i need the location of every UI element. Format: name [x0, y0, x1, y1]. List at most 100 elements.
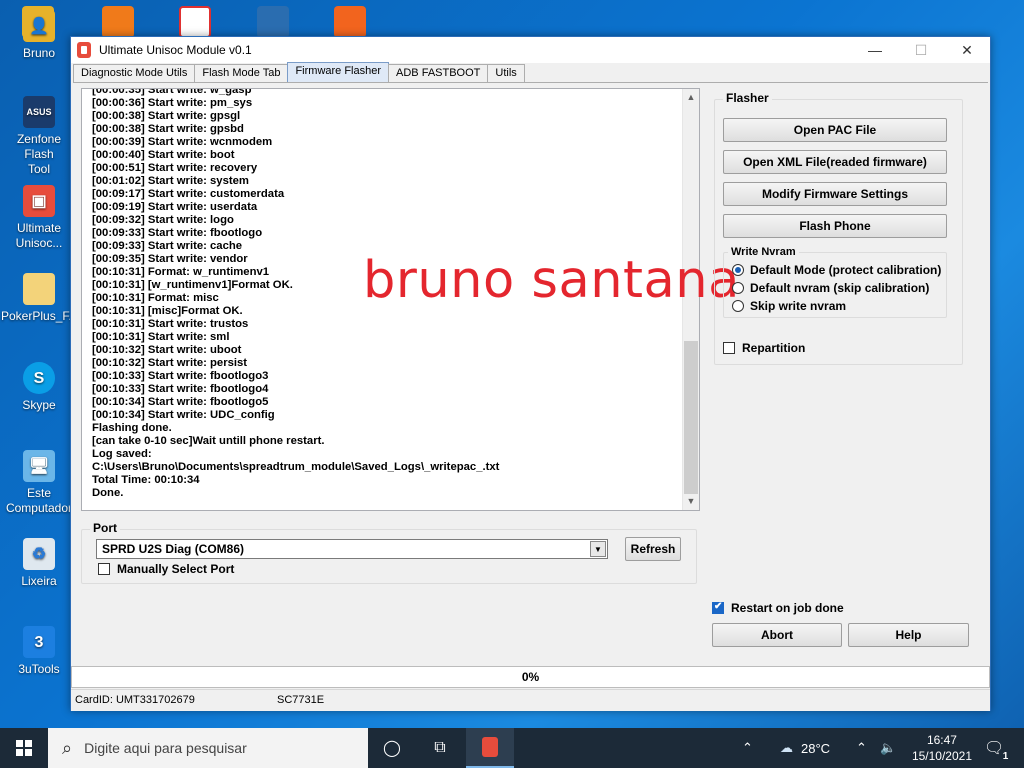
taskbar: ⌕ Digite aqui para pesquisar ◯ ⧉ ⌃ ☁ 28°…	[0, 728, 1024, 768]
cloud-icon: ☁	[780, 740, 793, 755]
help-button[interactable]: Help	[848, 623, 969, 647]
firmware-flasher-panel: [00:00:35] Start write: w_gasp [00:00:36…	[73, 82, 988, 662]
scroll-up-icon[interactable]: ▲	[683, 89, 699, 106]
radio-selected[interactable]	[732, 264, 744, 276]
desktop-icon-zenfone-flash-tool[interactable]: ASUS Zenfone Flash Tool	[1, 96, 77, 177]
refresh-button[interactable]: Refresh	[625, 537, 681, 561]
weather-widget[interactable]: ☁ 28°C	[780, 728, 830, 768]
desktop-app-icon[interactable]	[179, 6, 211, 38]
write-nvram-label: Write Nvram	[728, 246, 799, 258]
unisoc-app-icon	[482, 737, 498, 757]
notification-count: 1	[1002, 751, 1009, 762]
port-group: Port SPRD U2S Diag (COM86) ▼ Refresh Man…	[81, 521, 697, 584]
search-placeholder: Digite aqui para pesquisar	[84, 740, 247, 756]
desktop-icon-bruno[interactable]: 👤 Bruno	[1, 10, 77, 61]
tab-flash-mode[interactable]: Flash Mode Tab	[194, 64, 289, 82]
status-bar: CardID: UMT331702679 SC7731E	[71, 689, 990, 711]
tab-strip: Diagnostic Mode Utils Flash Mode Tab Fir…	[73, 62, 525, 82]
computer-icon: 🖥	[23, 450, 55, 482]
open-pac-file-button[interactable]: Open PAC File	[723, 118, 947, 142]
checkbox-box-checked[interactable]	[712, 601, 724, 614]
recycle-bin-icon: ♻	[23, 538, 55, 570]
cortana-icon[interactable]: ◯	[368, 728, 416, 768]
file-icon	[23, 273, 55, 305]
desktop-app-icon[interactable]	[102, 6, 134, 38]
desktop-icon-label: Zenfone Flash Tool	[16, 132, 62, 176]
unisoc-app-icon: ▣	[23, 185, 55, 217]
desktop-icon-label: Skype	[22, 398, 56, 412]
title-bar[interactable]: Ultimate Unisoc Module v0.1 — ☐ ✕	[71, 37, 990, 63]
tab-diagnostic-mode-utils[interactable]: Diagnostic Mode Utils	[73, 64, 196, 82]
maximize-button[interactable]: ☐	[898, 37, 944, 63]
port-select[interactable]: SPRD U2S Diag (COM86) ▼	[96, 539, 608, 559]
desktop-icon-este-computador[interactable]: 🖥 Este Computador	[1, 450, 77, 516]
desktop-app-icon[interactable]	[257, 6, 289, 38]
modify-firmware-settings-button[interactable]: Modify Firmware Settings	[723, 182, 947, 206]
repartition-checkbox[interactable]: Repartition	[723, 341, 805, 355]
windows-logo-icon	[16, 740, 32, 756]
task-view-icon[interactable]: ⧉	[416, 728, 464, 768]
radio-label: Default nvram (skip calibration)	[750, 281, 930, 295]
checkbox-box[interactable]	[98, 563, 110, 575]
volume-icon[interactable]: 🔈	[880, 728, 896, 768]
tab-firmware-flasher[interactable]: Firmware Flasher	[287, 62, 390, 82]
window-title: Ultimate Unisoc Module v0.1	[99, 43, 252, 57]
app-icon	[77, 42, 91, 58]
restart-on-job-done-label: Restart on job done	[731, 601, 844, 615]
taskbar-unisoc-app[interactable]	[466, 728, 514, 768]
weather-temp: 28°C	[801, 740, 831, 756]
open-xml-file-button[interactable]: Open XML File(readed firmware)	[723, 150, 947, 174]
nvram-option-default-mode[interactable]: Default Mode (protect calibration)	[732, 263, 941, 277]
nvram-option-skip-write[interactable]: Skip write nvram	[732, 299, 846, 313]
desktop-icon-pokerplus[interactable]: PokerPlus_F...	[1, 273, 79, 324]
port-selected-value: SPRD U2S Diag (COM86)	[102, 542, 245, 556]
progress-bar: 0%	[71, 666, 990, 688]
notification-center-icon[interactable]: 🗨 1	[984, 728, 1008, 768]
desktop-icon-skype[interactable]: S Skype	[1, 362, 77, 413]
asus-icon: ASUS	[23, 96, 55, 128]
scrollbar-thumb[interactable]	[684, 341, 698, 494]
search-icon: ⌕	[62, 737, 73, 758]
desktop-icon-lixeira[interactable]: ♻ Lixeira	[1, 538, 77, 589]
desktop-icon-label: 3uTools	[18, 662, 60, 676]
close-button[interactable]: ✕	[944, 37, 990, 63]
manual-select-port-checkbox[interactable]: Manually Select Port	[98, 562, 234, 576]
tab-utils[interactable]: Utils	[487, 64, 525, 82]
port-group-label: Port	[90, 521, 120, 535]
clock-time: 16:47	[926, 733, 957, 747]
desktop-icon-label: Bruno	[22, 46, 56, 60]
nvram-option-default-nvram[interactable]: Default nvram (skip calibration)	[732, 281, 929, 295]
radio-label: Skip write nvram	[750, 299, 847, 313]
chevron-down-icon[interactable]: ▼	[590, 541, 606, 557]
tab-adb-fastboot[interactable]: ADB FASTBOOT	[388, 64, 489, 82]
desktop-icon-ultimate-unisoc[interactable]: ▣ Ultimate Unisoc...	[1, 185, 77, 251]
desktop-icon-label: Lixeira	[21, 574, 57, 588]
taskbar-search[interactable]: ⌕ Digite aqui para pesquisar	[48, 728, 368, 768]
clock[interactable]: 16:47 15/10/2021	[912, 732, 972, 764]
clock-date: 15/10/2021	[911, 749, 972, 763]
repartition-label: Repartition	[742, 341, 806, 355]
progress-percent: 0%	[521, 670, 540, 684]
desktop-icon-3utools[interactable]: 3 3uTools	[1, 626, 77, 677]
desktop-icon-label: Este Computador	[5, 486, 73, 515]
user-folder-icon: 👤	[23, 10, 55, 42]
3utools-icon: 3	[23, 626, 55, 658]
flash-phone-button[interactable]: Flash Phone	[723, 214, 947, 238]
radio-unselected[interactable]	[732, 282, 744, 294]
skype-icon: S	[23, 362, 55, 394]
app-window: Ultimate Unisoc Module v0.1 — ☐ ✕ Diagno…	[70, 36, 991, 711]
scroll-down-icon[interactable]: ▼	[683, 493, 699, 510]
checkbox-box[interactable]	[723, 342, 735, 354]
start-button[interactable]	[0, 728, 48, 768]
desktop-icon-label: Ultimate Unisoc...	[15, 221, 63, 250]
minimize-button[interactable]: —	[852, 37, 898, 63]
desktop-icon-label: PokerPlus_F...	[1, 309, 79, 323]
abort-button[interactable]: Abort	[712, 623, 842, 647]
restart-on-job-done-checkbox[interactable]: Restart on job done	[712, 601, 844, 615]
manual-select-port-label: Manually Select Port	[117, 562, 235, 576]
desktop-app-icon[interactable]	[334, 6, 366, 38]
watermark-text: bruno santana	[363, 251, 740, 310]
tray-overflow-icon[interactable]: ⌃	[742, 728, 753, 768]
chevron-up-icon[interactable]: ⌃	[856, 728, 867, 768]
radio-unselected[interactable]	[732, 300, 744, 312]
